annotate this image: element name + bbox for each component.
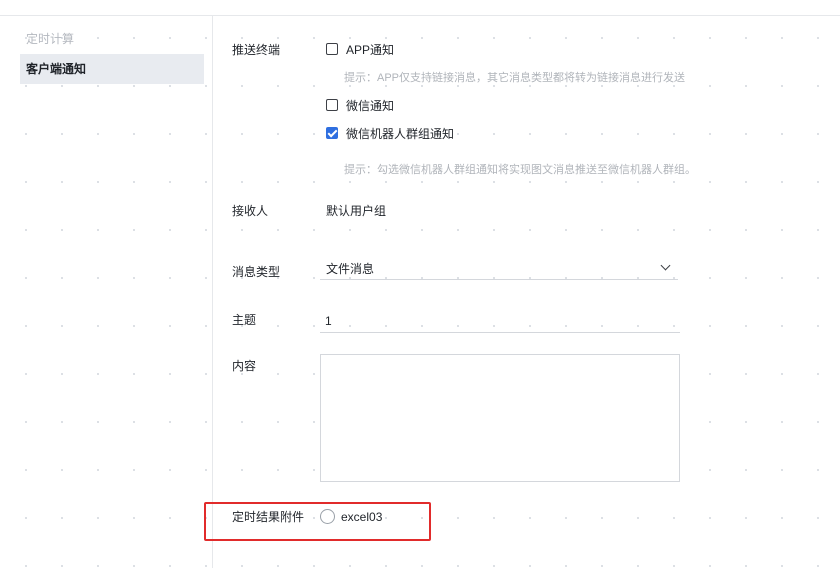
- sidebar-item-client-notify[interactable]: 客户端通知: [20, 54, 204, 84]
- content-label: 内容: [232, 359, 257, 373]
- wechat-robot-hint: 提示：勾选微信机器人群组通知将实现图文消息推送至微信机器人群组。: [344, 164, 696, 176]
- attachment-label: 定时结果附件: [232, 510, 305, 524]
- excel03-label[interactable]: excel03: [341, 509, 382, 525]
- push-terminal-label: 推送终端: [232, 43, 281, 57]
- wechat-notify-label: 微信通知: [346, 98, 395, 113]
- subject-input-value: 1: [325, 314, 332, 328]
- wechat-notify-checkbox[interactable]: [326, 99, 338, 111]
- app-notify-option[interactable]: APP通知: [326, 41, 394, 57]
- subject-label: 主题: [232, 313, 257, 327]
- message-type-select[interactable]: 文件消息: [320, 258, 678, 280]
- subject-input[interactable]: 1: [320, 311, 680, 333]
- wechat-notify-option[interactable]: 微信通知: [326, 97, 394, 113]
- app-notify-checkbox[interactable]: [326, 43, 338, 55]
- sidebar: 定时计算 客户端通知: [0, 16, 213, 568]
- message-type-selected: 文件消息: [326, 262, 375, 276]
- chevron-down-icon[interactable]: [660, 260, 671, 271]
- app-notify-hint: 提示：APP仅支持链接消息，其它消息类型都将转为链接消息进行发送: [344, 72, 686, 84]
- message-type-label: 消息类型: [232, 265, 281, 279]
- wechat-robot-notify-checkbox[interactable]: [326, 127, 338, 139]
- receiver-label: 接收人: [232, 204, 269, 218]
- excel03-radio[interactable]: [320, 509, 335, 524]
- wechat-robot-notify-option[interactable]: 微信机器人群组通知: [326, 125, 454, 141]
- app-notify-label: APP通知: [346, 42, 395, 57]
- receiver-value[interactable]: 默认用户组: [326, 203, 386, 219]
- sidebar-item-scheduled-calc[interactable]: 定时计算: [20, 24, 204, 54]
- content-textarea[interactable]: [320, 354, 680, 482]
- wechat-robot-notify-label: 微信机器人群组通知: [346, 126, 455, 141]
